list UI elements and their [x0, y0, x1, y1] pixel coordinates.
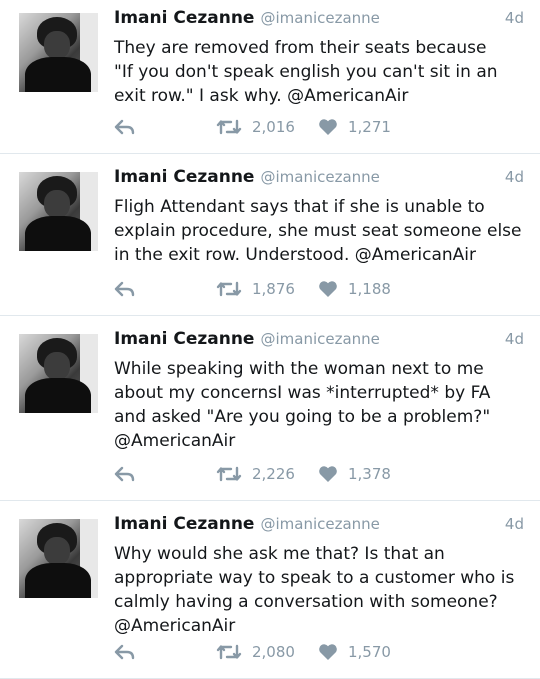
avatar[interactable]	[19, 519, 98, 598]
retweet-button[interactable]: 1,876	[216, 280, 295, 298]
reply-icon[interactable]	[114, 644, 136, 660]
reply-icon[interactable]	[114, 281, 136, 297]
retweet-button[interactable]: 2,080	[216, 643, 295, 661]
author-handle[interactable]: @imanicezanne	[260, 330, 379, 348]
heart-icon	[318, 118, 338, 136]
retweet-icon	[216, 280, 242, 298]
like-button[interactable]: 1,188	[318, 280, 391, 298]
like-count: 1,570	[348, 643, 391, 661]
retweet-icon	[216, 643, 242, 661]
heart-icon	[318, 465, 338, 483]
tweet-text: Why would she ask me that? Is that an ap…	[114, 544, 515, 636]
like-button[interactable]: 1,271	[318, 118, 391, 136]
like-button[interactable]: 1,570	[318, 643, 391, 661]
retweet-button[interactable]: 2,016	[216, 118, 295, 136]
tweet-timestamp: 4d	[504, 168, 524, 186]
retweet-icon	[216, 118, 242, 136]
author-handle[interactable]: @imanicezanne	[260, 168, 379, 186]
heart-icon	[318, 643, 338, 661]
like-count: 1,378	[348, 465, 391, 483]
tweet[interactable]: Imani Cezanne @imanicezanne 4d They are …	[0, 0, 540, 154]
tweet-actions: 2,080 1,570	[114, 640, 414, 664]
tweet[interactable]: Imani Cezanne @imanicezanne 4d Why would…	[0, 501, 540, 679]
author-name[interactable]: Imani Cezanne	[114, 8, 254, 28]
like-count: 1,188	[348, 280, 391, 298]
author-handle[interactable]: @imanicezanne	[260, 515, 379, 533]
author-name[interactable]: Imani Cezanne	[114, 167, 254, 187]
tweet-timestamp: 4d	[504, 9, 524, 27]
retweet-count: 2,016	[252, 118, 295, 136]
reply-icon[interactable]	[114, 119, 136, 135]
retweet-icon	[216, 465, 242, 483]
tweet[interactable]: Imani Cezanne @imanicezanne 4d Fligh Att…	[0, 154, 540, 316]
avatar[interactable]	[19, 334, 98, 413]
author-handle[interactable]: @imanicezanne	[260, 9, 379, 27]
retweet-count: 2,080	[252, 643, 295, 661]
retweet-button[interactable]: 2,226	[216, 465, 295, 483]
tweet-text: While speaking with the woman next to me…	[114, 359, 491, 451]
tweet-timestamp: 4d	[504, 515, 524, 533]
heart-icon	[318, 280, 338, 298]
tweet-actions: 1,876 1,188	[114, 277, 414, 301]
tweet-text: They are removed from their seats becaus…	[114, 38, 498, 106]
avatar[interactable]	[19, 13, 98, 92]
tweet-timestamp: 4d	[504, 330, 524, 348]
avatar[interactable]	[19, 172, 98, 251]
tweet-actions: 2,226 1,378	[114, 462, 414, 486]
like-button[interactable]: 1,378	[318, 465, 391, 483]
retweet-count: 2,226	[252, 465, 295, 483]
tweet-feed: Imani Cezanne @imanicezanne 4d They are …	[0, 0, 540, 679]
tweet-text: Fligh Attendant says that if she is unab…	[114, 197, 522, 265]
author-name[interactable]: Imani Cezanne	[114, 514, 254, 534]
tweet-actions: 2,016 1,271	[114, 115, 414, 139]
author-name[interactable]: Imani Cezanne	[114, 329, 254, 349]
tweet[interactable]: Imani Cezanne @imanicezanne 4d While spe…	[0, 316, 540, 501]
like-count: 1,271	[348, 118, 391, 136]
retweet-count: 1,876	[252, 280, 295, 298]
reply-icon[interactable]	[114, 466, 136, 482]
